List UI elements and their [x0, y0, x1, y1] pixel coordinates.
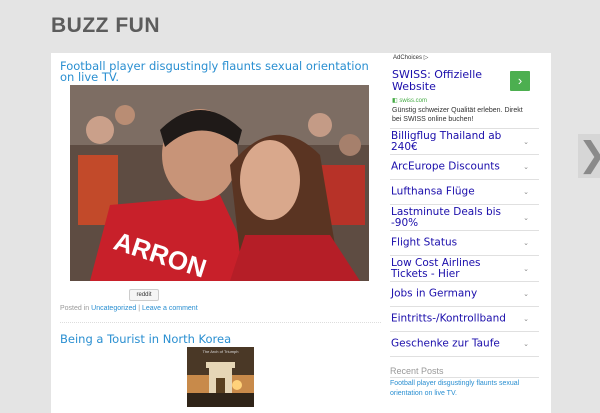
- ad-link-item[interactable]: ArcEurope Discounts ⌄: [390, 154, 539, 179]
- chevron-down-icon: ⌄: [523, 240, 529, 247]
- ad-display-url[interactable]: ◧ swiss.com: [392, 97, 427, 104]
- post-thumbnail[interactable]: The Arch of Triumph: [187, 347, 254, 407]
- recent-post-link[interactable]: Football player disgustingly flaunts sex…: [390, 379, 530, 399]
- chevron-down-icon: ⌄: [523, 265, 529, 273]
- ad-link-item[interactable]: Billigflug Thailand ab 240€ ⌄: [390, 128, 539, 154]
- post-featured-image[interactable]: ARRON: [70, 85, 369, 281]
- ad-description: Günstig schweizer Qualität erleben. Dire…: [392, 107, 523, 123]
- ad-url-icon: ◧: [392, 98, 398, 104]
- reddit-share-button[interactable]: reddit: [129, 289, 159, 301]
- chevron-down-icon: ⌄: [523, 189, 529, 196]
- recent-posts-heading: Recent Posts: [390, 366, 444, 376]
- adchoices-icon: ▷: [423, 55, 429, 61]
- chevron-down-icon: ⌄: [523, 164, 529, 171]
- ad-link-item[interactable]: Eintritts-/Kontrollband ⌄: [390, 306, 539, 331]
- recent-posts-divider: [390, 377, 539, 378]
- ad-link-item[interactable]: Flight Status ⌄: [390, 230, 539, 255]
- site-title[interactable]: BUZZ FUN: [51, 14, 160, 38]
- post-divider: [60, 322, 381, 323]
- chevron-down-icon: ⌄: [523, 316, 529, 323]
- ad-link-item[interactable]: Low Cost Airlines Tickets - Hier ⌄: [390, 255, 539, 281]
- thumbnail-caption: The Arch of Triumph: [202, 349, 239, 354]
- ad-link-item[interactable]: Jobs in Germany ⌄: [390, 281, 539, 306]
- post-title-link[interactable]: Being a Tourist in North Korea: [60, 332, 231, 346]
- chevron-down-icon: ⌄: [523, 291, 529, 298]
- next-post-arrow-icon[interactable]: ❯: [578, 134, 600, 178]
- post-title-link[interactable]: Football player disgustingly flaunts sex…: [60, 60, 380, 83]
- meta-posted-in: Posted in: [60, 305, 92, 312]
- main-content: Football player disgustingly flaunts sex…: [51, 53, 551, 413]
- chevron-down-icon: ⌄: [523, 138, 529, 146]
- chevron-down-icon: ⌄: [523, 214, 529, 222]
- category-link[interactable]: Uncategorized: [91, 305, 136, 312]
- post-meta: Posted in Uncategorized | Leave a commen…: [60, 305, 198, 312]
- ad-link-item[interactable]: Geschenke zur Taufe ⌄: [390, 331, 539, 357]
- adchoices-label[interactable]: AdChoices ▷: [393, 54, 428, 61]
- chevron-down-icon: ⌄: [523, 341, 529, 348]
- ad-arrow-button[interactable]: ›: [510, 71, 530, 91]
- ad-link-item[interactable]: Lufthansa Flüge ⌄: [390, 179, 539, 204]
- ad-headline-link[interactable]: SWISS: Offizielle Website: [392, 69, 492, 93]
- leave-comment-link[interactable]: Leave a comment: [142, 305, 198, 312]
- ad-link-item[interactable]: Lastminute Deals bis -90% ⌄: [390, 204, 539, 230]
